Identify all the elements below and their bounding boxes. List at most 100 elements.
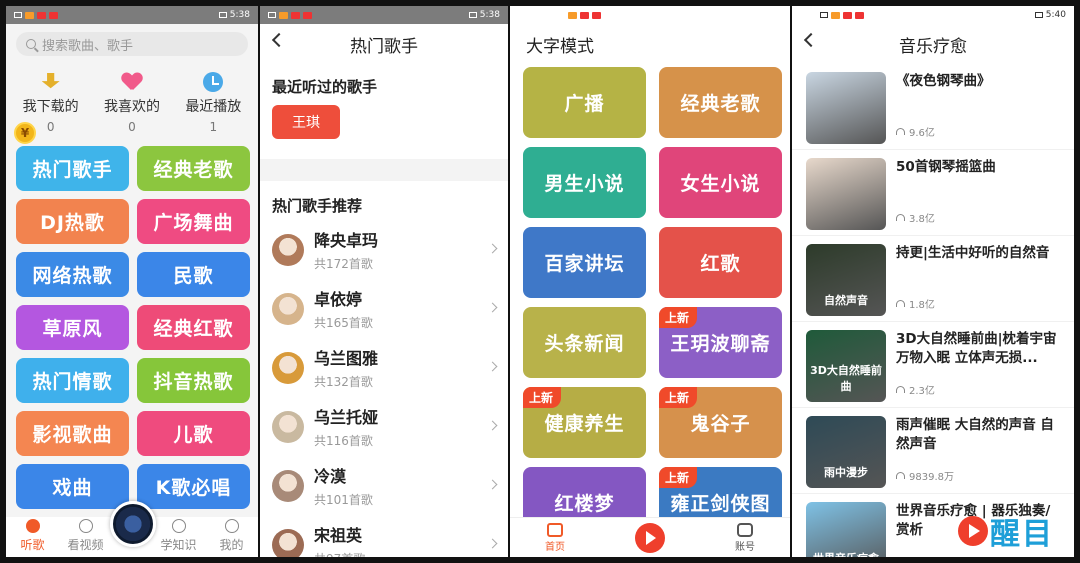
watermark-logo-icon — [958, 516, 988, 546]
track-row[interactable]: 《夜色钢琴曲》 9.6亿 — [792, 64, 1074, 150]
category-grid: 热门歌手 经典老歌 DJ热歌 广场舞曲 网络热歌 民歌 草原风 经典红歌 热门情歌 抖音热歌 影视歌… — [6, 134, 258, 509]
download-icon — [41, 73, 60, 89]
now-playing-disc[interactable] — [110, 501, 156, 547]
category-button[interactable]: 儿歌 — [137, 411, 250, 456]
tab-home[interactable]: 首页 — [545, 522, 565, 553]
watermark: 醒目 — [958, 509, 1054, 553]
tile-button[interactable]: 男生小说 — [523, 147, 646, 218]
category-button[interactable]: 抖音热歌 — [137, 358, 250, 403]
cover-text: 3D大自然睡前曲 — [810, 364, 882, 393]
quick-label: 最近播放 — [185, 99, 242, 115]
tile-button[interactable]: 经典老歌 — [659, 67, 782, 138]
recent-singer-chip[interactable]: 王琪 — [272, 105, 340, 139]
category-button[interactable]: 戏曲 — [16, 464, 129, 509]
track-info: 《夜色钢琴曲》 9.6亿 — [896, 72, 1060, 149]
tile-button[interactable]: 红歌 — [659, 227, 782, 298]
tab-account[interactable]: 账号 — [735, 522, 755, 553]
tile-button[interactable]: 上新王玥波聊斋 — [659, 307, 782, 378]
singer-info: 乌兰托娅 共116首歌 — [314, 404, 378, 449]
chevron-right-icon — [487, 361, 498, 372]
avatar — [272, 528, 304, 557]
quick-icon-wrap — [173, 70, 253, 94]
search-placeholder: 搜索歌曲、歌手 — [42, 38, 134, 54]
tile-button[interactable]: 上新 鬼谷子 — [659, 387, 782, 458]
category-button[interactable]: 广场舞曲 — [137, 199, 250, 244]
play-button[interactable] — [635, 522, 665, 553]
category-button[interactable]: 热门情歌 — [16, 358, 129, 403]
quick-access: 我下载的 0 我喜欢的 0 最近播放 1 — [6, 62, 258, 134]
status-bar — [510, 6, 790, 24]
track-row[interactable]: 3D大自然睡前曲 3D大自然睡前曲|枕着宇宙万物入眠 立体声无损... 2.3亿 — [792, 322, 1074, 408]
tab-video-icon — [78, 519, 93, 533]
nav-bar: 音乐疗愈 — [792, 24, 1074, 64]
tab-label: 学知识 — [160, 538, 197, 552]
track-row[interactable]: 50首钢琴摇篮曲 3.8亿 — [792, 150, 1074, 236]
headphones-icon — [896, 300, 905, 307]
panel-large-font-mode: 大字模式 广播 经典老歌 男生小说 女生小说 百家讲坛 红歌 头条新闻 上新 王玥波聊斋 上新 健康… — [510, 6, 790, 557]
category-button[interactable]: 网络热歌 — [16, 252, 129, 297]
track-title: 《夜色钢琴曲》 — [896, 73, 991, 89]
tab-icon-wrap — [208, 518, 256, 534]
tile-label: 红歌 — [700, 253, 741, 275]
tile-label: 广播 — [564, 93, 605, 115]
singer-row[interactable]: 乌兰托娅 共116首歌 — [260, 397, 508, 456]
tile-button[interactable]: 女生小说 — [659, 147, 782, 218]
singer-name: 宋祖英 — [314, 526, 363, 545]
account-icon — [737, 522, 753, 537]
chevron-right-icon — [487, 538, 498, 549]
avatar — [272, 292, 304, 325]
singer-info: 乌兰图雅 共132首歌 — [314, 345, 378, 390]
category-button[interactable]: DJ热歌 — [16, 199, 129, 244]
singer-row[interactable]: 乌兰图雅 共132首歌 — [260, 338, 508, 397]
category-button[interactable]: 热门歌手 — [16, 146, 129, 191]
status-time: 5:38 — [479, 10, 500, 20]
tile-label: 鬼谷子 — [690, 413, 751, 435]
tab-icon-wrap — [155, 518, 203, 534]
panel-music-home: 5:38 搜索歌曲、歌手 我下载的 0 我喜欢的 0 最近播放 1 ¥ 热门歌手 经典老歌 D… — [6, 6, 258, 557]
singer-row[interactable]: 冷漠 共101首歌 — [260, 456, 508, 515]
quick-item-2[interactable]: 最近播放 1 — [173, 70, 253, 134]
tile-button[interactable]: 上新 健康养生 — [523, 387, 646, 458]
tab-icon-wrap — [62, 518, 110, 534]
headphones-icon — [896, 386, 905, 393]
track-title: 50首钢琴摇篮曲 — [896, 159, 996, 175]
back-icon[interactable] — [271, 32, 287, 48]
category-button[interactable]: 经典红歌 — [137, 305, 250, 350]
tile-button[interactable]: 头条新闻 — [523, 307, 646, 378]
category-button[interactable]: 民歌 — [137, 252, 250, 297]
singer-info: 卓依婷 共165首歌 — [314, 286, 373, 331]
singer-row[interactable]: 宋祖英共97首歌 — [260, 515, 508, 557]
tile-button[interactable]: 广播 — [523, 67, 646, 138]
back-icon[interactable] — [803, 32, 819, 48]
track-row[interactable]: 自然声音 持更|生活中好听的自然音 1.8亿 — [792, 236, 1074, 322]
tile-button[interactable]: 百家讲坛 — [523, 227, 646, 298]
category-button[interactable]: K歌必唱 — [137, 464, 250, 509]
quick-item-1[interactable]: 我喜欢的 0 — [92, 70, 172, 134]
album-cover — [806, 158, 886, 230]
singer-row[interactable]: 卓依婷 共165首歌 — [260, 279, 508, 338]
tab-learn[interactable]: 学知识 — [155, 518, 203, 553]
track-title: 3D大自然睡前曲|枕着宇宙万物入眠 立体声无损... — [896, 331, 1057, 366]
tab-listen[interactable]: 听歌 — [9, 518, 57, 553]
category-button[interactable]: 影视歌曲 — [16, 411, 129, 456]
category-button[interactable]: 经典老歌 — [137, 146, 250, 191]
status-bar: 5:40 — [792, 6, 1074, 24]
tab-video[interactable]: 看视频 — [62, 518, 110, 553]
singer-name: 卓依婷 — [314, 290, 363, 309]
tab-me[interactable]: 我的 — [208, 518, 256, 553]
coin-icon[interactable]: ¥ — [14, 122, 36, 144]
singer-song-count: 共132首歌 — [314, 375, 373, 389]
page-title: 音乐疗愈 — [899, 36, 967, 57]
singer-row[interactable]: 降央卓玛 共172首歌 — [260, 220, 508, 279]
nav-bar: 热门歌手 — [260, 24, 508, 64]
category-button[interactable]: 草原风 — [16, 305, 129, 350]
tab-label: 看视频 — [67, 538, 104, 552]
play-count-text: 9839.8万 — [909, 472, 954, 483]
tile-label: 王玥波聊斋 — [670, 333, 771, 355]
tile-label: 头条新闻 — [544, 333, 625, 355]
tab-label: 听歌 — [20, 538, 45, 552]
new-badge: 上新 — [659, 307, 698, 328]
status-bar: 5:38 — [260, 6, 508, 24]
search-input[interactable]: 搜索歌曲、歌手 — [16, 32, 248, 56]
track-row[interactable]: 雨中漫步 雨声催眠 大自然的声音 自然声音 9839.8万 — [792, 408, 1074, 494]
